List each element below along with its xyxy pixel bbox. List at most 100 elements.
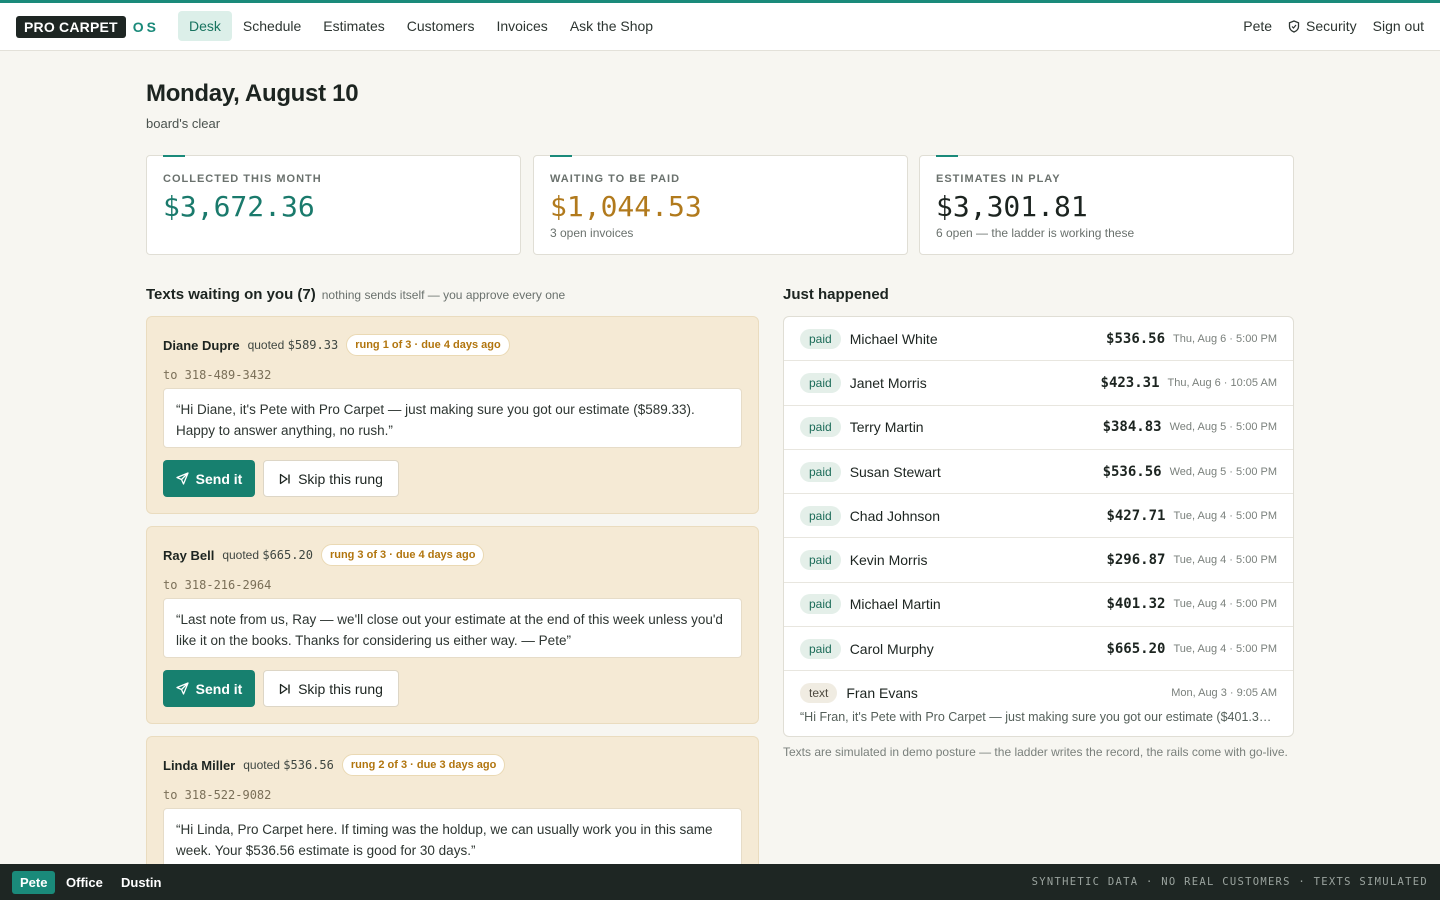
feed-customer: Michael Martin (849, 596, 941, 613)
persona-dustin[interactable]: Dustin (113, 871, 169, 894)
rung-badge: rung 2 of 3 · due 3 days ago (341, 754, 506, 776)
feed-row[interactable]: paid Susan Stewart $536.56 Wed, Aug 5 · … (784, 450, 1293, 495)
stat-card-waiting: WAITING TO BE PAID $1,044.53 3 open invo… (533, 155, 908, 255)
feed-row[interactable]: paid Michael White $536.56 Thu, Aug 6 · … (784, 317, 1293, 362)
feed-time: Tue, Aug 4 · 5:00 PM (1173, 642, 1277, 655)
feed-title: Just happened (783, 286, 889, 303)
texts-title: Texts waiting on you (7) (146, 286, 316, 303)
nav-ask-the-shop[interactable]: Ask the Shop (559, 11, 664, 41)
feed-row[interactable]: paid Kevin Morris $296.87 Tue, Aug 4 · 5… (784, 538, 1293, 583)
feed-row[interactable]: paid Michael Martin $401.32 Tue, Aug 4 ·… (784, 583, 1293, 628)
nav-desk[interactable]: Desk (178, 11, 232, 41)
feed-row[interactable]: paid Janet Morris $423.31 Thu, Aug 6 · 1… (784, 361, 1293, 406)
message-preview: “Last note from us, Ray — we'll close ou… (163, 598, 742, 658)
feed-row[interactable]: paid Chad Johnson $427.71 Tue, Aug 4 · 5… (784, 494, 1293, 539)
feed-amount: $384.83 (1102, 419, 1162, 436)
user-area: Pete Security Sign out (1227, 18, 1424, 34)
send-button[interactable]: Send it (163, 670, 255, 707)
feed-time: Thu, Aug 6 · 10:05 AM (1167, 376, 1277, 389)
status-pill: paid (800, 550, 841, 571)
persona-office[interactable]: Office (58, 871, 111, 894)
bottom-bar: Pete Office Dustin SYNTHETIC DATA · NO R… (0, 864, 1440, 900)
customer-name[interactable]: Ray Bell (163, 548, 214, 563)
status-pill: text (800, 683, 838, 704)
status-pill: paid (800, 372, 841, 393)
stat-value: $3,672.36 (163, 190, 315, 223)
data-disclaimer: SYNTHETIC DATA · NO REAL CUSTOMERS · TEX… (1031, 876, 1428, 888)
feed-amount: $427.71 (1106, 507, 1166, 524)
sign-out-link[interactable]: Sign out (1373, 18, 1424, 34)
feed-row-text[interactable]: text Fran Evans Mon, Aug 3 · 9:05 AM “Hi… (784, 671, 1293, 736)
brand-logo[interactable]: PRO CARPET OS (16, 16, 159, 38)
message-preview: “Hi Linda, Pro Carpet here. If timing wa… (163, 808, 742, 868)
status-pill: paid (800, 417, 841, 438)
shield-icon (1288, 19, 1300, 33)
persona-pete[interactable]: Pete (12, 871, 56, 894)
feed-amount: $423.31 (1100, 374, 1160, 391)
texts-hint: nothing sends itself — you approve every… (321, 288, 566, 302)
stat-note: 3 open invoices (550, 226, 634, 240)
customer-name[interactable]: Diane Dupre (163, 338, 240, 353)
skip-forward-icon (279, 683, 290, 694)
skip-rung-button[interactable]: Skip this rung (263, 670, 399, 707)
texts-section-title: Texts waiting on you (7) nothing sends it… (146, 286, 565, 303)
feed-time: Wed, Aug 5 · 5:00 PM (1169, 421, 1277, 434)
stat-label: COLLECTED THIS MONTH (163, 173, 322, 185)
feed-customer: Carol Murphy (849, 640, 934, 657)
feed-amount: $665.20 (1106, 640, 1166, 657)
feed-row[interactable]: paid Terry Martin $384.83 Wed, Aug 5 · 5… (784, 406, 1293, 450)
top-bar: PRO CARPET OS Desk Schedule Estimates Cu… (0, 0, 1440, 51)
quoted-amount: quoted $536.56 (243, 758, 334, 772)
feed-customer: Susan Stewart (849, 463, 941, 480)
feed-footnote: Texts are simulated in demo posture — th… (783, 745, 1288, 759)
nav-estimates[interactable]: Estimates (312, 11, 395, 41)
nav-schedule[interactable]: Schedule (232, 11, 312, 41)
status-pill: paid (800, 638, 841, 659)
feed-amount: $536.56 (1106, 330, 1166, 347)
feed-time: Tue, Aug 4 · 5:00 PM (1173, 598, 1277, 611)
feed-amount: $536.56 (1102, 463, 1162, 480)
customer-name[interactable]: Linda Miller (163, 758, 235, 773)
feed-customer: Kevin Morris (849, 552, 928, 569)
page-subtitle: board's clear (146, 116, 221, 131)
text-card: Diane Dupre quoted $589.33 rung 1 of 3 ·… (146, 316, 759, 514)
main-nav: Desk Schedule Estimates Customers Invoic… (178, 11, 664, 41)
status-pill: paid (800, 461, 841, 482)
feed-time: Wed, Aug 5 · 5:00 PM (1169, 465, 1277, 478)
stat-label: WAITING TO BE PAID (550, 173, 681, 185)
status-pill: paid (800, 328, 841, 349)
text-card: Ray Bell quoted $665.20 rung 3 of 3 · du… (146, 526, 759, 724)
recipient-phone: to 318-522-9082 (163, 788, 272, 802)
skip-rung-button[interactable]: Skip this rung (263, 460, 399, 497)
feed-row[interactable]: paid Carol Murphy $665.20 Tue, Aug 4 · 5… (784, 627, 1293, 672)
security-link[interactable]: Security (1288, 18, 1357, 34)
status-pill: paid (800, 594, 841, 615)
recipient-phone: to 318-489-3432 (163, 368, 272, 382)
stat-value: $1,044.53 (550, 190, 702, 223)
brand-name: PRO CARPET (16, 16, 126, 38)
send-button[interactable]: Send it (163, 460, 255, 497)
feed-time: Thu, Aug 6 · 5:00 PM (1173, 332, 1277, 345)
feed-time: Mon, Aug 3 · 9:05 AM (1171, 687, 1277, 700)
message-preview: “Hi Diane, it's Pete with Pro Carpet — j… (163, 388, 742, 448)
feed-time: Tue, Aug 4 · 5:00 PM (1173, 554, 1277, 567)
send-icon (176, 472, 189, 485)
stat-note: 6 open — the ladder is working these (936, 226, 1135, 240)
user-name[interactable]: Pete (1243, 18, 1272, 34)
feed-customer: Fran Evans (846, 685, 918, 702)
status-pill: paid (800, 505, 841, 526)
feed-customer: Terry Martin (849, 419, 924, 436)
brand-suffix: OS (132, 19, 160, 35)
feed-time: Tue, Aug 4 · 5:00 PM (1173, 509, 1277, 522)
nav-customers[interactable]: Customers (396, 11, 486, 41)
feed-customer: Chad Johnson (849, 507, 940, 524)
rung-badge: rung 1 of 3 · due 4 days ago (346, 334, 510, 356)
stat-label: ESTIMATES IN PLAY (936, 173, 1061, 185)
text-card: Linda Miller quoted $536.56 rung 2 of 3 … (146, 736, 759, 868)
quoted-amount: quoted $665.20 (222, 548, 313, 562)
feed-amount: $401.32 (1106, 596, 1166, 613)
nav-invoices[interactable]: Invoices (485, 11, 558, 41)
skip-forward-icon (279, 473, 290, 484)
stat-card-collected: COLLECTED THIS MONTH $3,672.36 (146, 155, 521, 255)
page-title: Monday, August 10 (146, 80, 359, 107)
